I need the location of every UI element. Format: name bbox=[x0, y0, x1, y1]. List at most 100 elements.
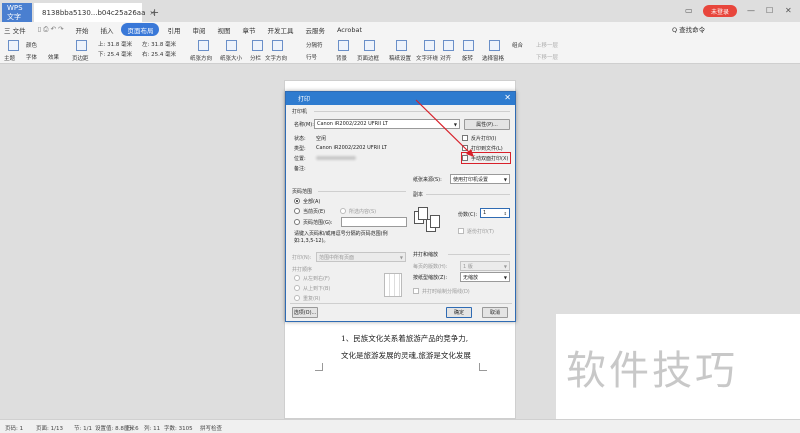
page-range-input[interactable] bbox=[341, 217, 407, 227]
margins-icon[interactable] bbox=[76, 40, 87, 51]
menu-start[interactable]: 开始 bbox=[71, 23, 92, 36]
bring-forward-button[interactable]: 上移一层 bbox=[536, 41, 558, 49]
minimize-icon[interactable]: — bbox=[747, 6, 755, 15]
rotate-button[interactable]: 旋转 bbox=[462, 54, 473, 62]
breaks-button[interactable]: 分隔符 bbox=[306, 41, 323, 49]
margin-bottom-field[interactable]: 下: 25.4 毫米 bbox=[98, 50, 132, 58]
maximize-icon[interactable]: ☐ bbox=[766, 6, 773, 15]
menu-cloud[interactable]: 云服务 bbox=[301, 23, 329, 36]
range-pages-radio[interactable] bbox=[294, 219, 300, 225]
dialog-close-icon[interactable]: ✕ bbox=[504, 93, 511, 102]
spinner-arrows-icon[interactable]: ⇕ bbox=[504, 211, 507, 216]
draw-border-checkbox[interactable] bbox=[413, 288, 419, 294]
theme-icon[interactable] bbox=[8, 40, 19, 51]
effects-button[interactable]: 效果 bbox=[48, 53, 59, 61]
orientation-button[interactable]: 纸张方向 bbox=[190, 54, 212, 62]
send-backward-button[interactable]: 下移一层 bbox=[536, 53, 558, 61]
quick-access-icons[interactable]: ▯ ⎙ ↶ ↷ bbox=[34, 23, 68, 36]
menu-developer[interactable]: 开发工具 bbox=[263, 23, 297, 36]
page-border-button[interactable]: 页面边框 bbox=[357, 54, 379, 62]
selection-pane-icon[interactable] bbox=[489, 40, 500, 51]
colors-button[interactable]: 颜色 bbox=[26, 41, 37, 49]
text-wrap-button[interactable]: 文字环绕 bbox=[416, 54, 438, 62]
search-command[interactable]: Q 查找命令 bbox=[672, 24, 705, 34]
paper-size-icon[interactable] bbox=[226, 40, 237, 51]
status-pages[interactable]: 页面: 1/13 bbox=[36, 424, 63, 432]
status-word-count[interactable]: 字数: 3105 bbox=[164, 424, 193, 432]
scale-select[interactable]: 无缩放 ▼ bbox=[460, 272, 510, 282]
rotate-icon[interactable] bbox=[463, 40, 474, 51]
margin-right-field[interactable]: 右: 25.4 毫米 bbox=[142, 50, 176, 58]
options-button[interactable]: 选项(O)... bbox=[292, 307, 318, 318]
order-ttb-radio[interactable] bbox=[294, 285, 300, 291]
page-border-icon[interactable] bbox=[364, 40, 375, 51]
document-text-line: 文化是旅游发展的灵魂,旅游是文化发展 bbox=[341, 351, 471, 360]
ok-button[interactable]: 确定 bbox=[446, 307, 472, 318]
cancel-button[interactable]: 取消 bbox=[482, 307, 508, 318]
menu-page-layout[interactable]: 页面布局 bbox=[121, 23, 160, 36]
print-what-value: 范围中所有页面 bbox=[319, 254, 355, 261]
menu-acrobat[interactable]: Acrobat bbox=[333, 23, 366, 36]
print-to-file-checkbox[interactable] bbox=[462, 145, 468, 151]
menu-section[interactable]: 章节 bbox=[238, 23, 259, 36]
draft-paper-icon[interactable] bbox=[396, 40, 407, 51]
paper-source-select[interactable]: 使用打印机设置 ▼ bbox=[450, 174, 510, 184]
order-repeat-radio[interactable] bbox=[294, 295, 300, 301]
range-all-radio[interactable] bbox=[294, 198, 300, 204]
columns-icon[interactable] bbox=[252, 40, 263, 51]
align-button[interactable]: 对齐 bbox=[440, 54, 451, 62]
order-ltr-label: 从左到右(F) bbox=[303, 276, 330, 282]
pages-per-sheet-select[interactable]: 1 版 ▼ bbox=[460, 261, 510, 271]
orientation-icon[interactable] bbox=[198, 40, 209, 51]
close-window-icon[interactable]: ✕ bbox=[785, 6, 792, 15]
reverse-print-checkbox[interactable] bbox=[462, 135, 468, 141]
menu-start-label: 开始 bbox=[75, 26, 89, 35]
collate-checkbox[interactable] bbox=[458, 228, 464, 234]
document-text-line: 1、民族文化关系着旅游产品的竞争力, bbox=[341, 334, 469, 343]
draft-paper-button[interactable]: 稿纸设置 bbox=[389, 54, 411, 62]
theme-button[interactable]: 主题 bbox=[4, 54, 15, 62]
text-direction-button[interactable]: 文字方向 bbox=[265, 54, 287, 62]
document-tab[interactable]: 8138bba5130...b04c25a26aa × bbox=[34, 3, 155, 22]
print-what-select[interactable]: 范围中所有页面 ▼ bbox=[316, 252, 406, 262]
text-wrap-icon[interactable] bbox=[424, 40, 435, 51]
selection-pane-button[interactable]: 选择窗格 bbox=[482, 54, 504, 62]
menu-review[interactable]: 审阅 bbox=[188, 23, 209, 36]
margin-top-field[interactable]: 上: 31.8 毫米 bbox=[98, 40, 132, 48]
fonts-button[interactable]: 字体 bbox=[26, 53, 37, 61]
range-all-label: 全部(A) bbox=[303, 199, 321, 205]
file-menu[interactable]: 三 文件 bbox=[0, 23, 30, 36]
columns-button[interactable]: 分栏 bbox=[250, 54, 261, 62]
text-direction-icon[interactable] bbox=[272, 40, 283, 51]
menu-references[interactable]: 引用 bbox=[163, 23, 184, 36]
group-button[interactable]: 组合 bbox=[512, 41, 523, 49]
menu-insert[interactable]: 插入 bbox=[96, 23, 117, 36]
printer-select[interactable]: Canon iR2002/2202 UFRII LT ▼ bbox=[314, 119, 460, 129]
search-command-label: Q 查找命令 bbox=[672, 26, 706, 34]
properties-button[interactable]: 属性(P)... bbox=[464, 119, 510, 130]
background-button[interactable]: 背景 bbox=[336, 54, 347, 62]
file-menu-label: 三 文件 bbox=[4, 26, 26, 35]
order-repeat-label: 重复(R) bbox=[303, 296, 321, 302]
paper-size-button[interactable]: 纸张大小 bbox=[220, 54, 242, 62]
reverse-print-label: 反片打印(I) bbox=[471, 136, 497, 142]
order-ltr-radio[interactable] bbox=[294, 275, 300, 281]
order-ttb-label: 从上到下(B) bbox=[303, 286, 331, 292]
new-tab-button[interactable]: + bbox=[145, 3, 164, 22]
skin-icon[interactable]: ▭ bbox=[685, 6, 693, 15]
wps-home-tab[interactable]: WPS 文字 bbox=[2, 3, 32, 22]
range-selection-radio[interactable] bbox=[340, 208, 346, 214]
margins-button[interactable]: 页边距 bbox=[72, 54, 89, 62]
cancel-button-label: 取消 bbox=[489, 310, 500, 316]
menu-view[interactable]: 视图 bbox=[213, 23, 234, 36]
align-icon[interactable] bbox=[443, 40, 454, 51]
line-numbers-button[interactable]: 行号 bbox=[306, 53, 317, 61]
copies-spinner[interactable]: 1 ⇕ bbox=[480, 208, 510, 218]
chevron-down-icon: ▼ bbox=[503, 275, 507, 280]
margin-left-field[interactable]: 左: 31.8 毫米 bbox=[142, 40, 176, 48]
status-spell-check[interactable]: 拼写检查 bbox=[200, 424, 222, 432]
menu-review-label: 审阅 bbox=[192, 26, 206, 35]
range-current-radio[interactable] bbox=[294, 208, 300, 214]
background-icon[interactable] bbox=[338, 40, 349, 51]
login-badge[interactable]: 未登录 bbox=[703, 5, 737, 17]
